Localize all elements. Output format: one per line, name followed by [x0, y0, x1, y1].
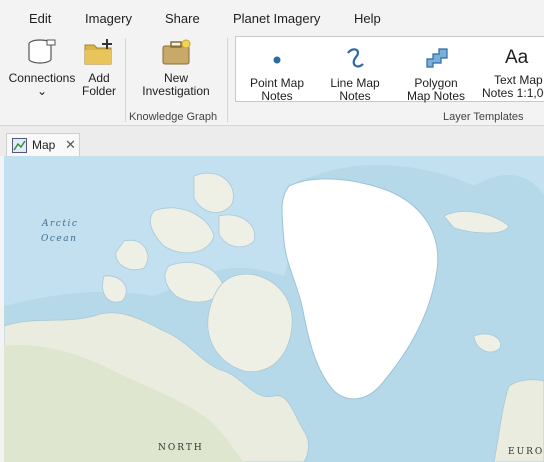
point-map-notes-button[interactable]: Point Map Notes [244, 45, 310, 103]
menu-planet-imagery[interactable]: Planet Imagery [233, 11, 320, 26]
basemap [4, 156, 544, 462]
menu-imagery[interactable]: Imagery [85, 11, 132, 26]
group-label-layer-templates: Layer Templates [443, 111, 524, 123]
menu-edit[interactable]: Edit [29, 11, 51, 26]
point-icon [244, 45, 310, 74]
polygon-map-notes-label-2: Map Notes [406, 89, 466, 103]
map-label-north: NORTH [158, 443, 204, 453]
map-view[interactable]: Arctic Ocean NORTH EURO [4, 156, 544, 462]
menu-share[interactable]: Share [165, 11, 200, 26]
text-map-notes-label-2: Notes 1:1,00 [482, 86, 544, 100]
ribbon: Connections ⌄ Add Folder New Investigati… [0, 34, 544, 126]
new-investigation-label-2: Investigation [142, 84, 210, 98]
text-map-notes-button[interactable]: Aa Text Map Notes 1:1,00 [482, 45, 544, 100]
document-tabstrip: Map ✕ [0, 126, 544, 156]
briefcase-icon [136, 38, 216, 69]
point-map-notes-label-2: Notes [261, 89, 293, 103]
line-icon [324, 45, 386, 74]
menu-bar: Edit Imagery Share Planet Imagery Help [0, 0, 544, 34]
menu-help[interactable]: Help [354, 11, 381, 26]
ribbon-separator [227, 38, 228, 122]
layer-templates-gallery: Point Map Notes Line Map Notes Polygon M… [235, 36, 544, 103]
text-aa-icon: Aa [505, 47, 529, 68]
add-folder-icon [78, 38, 120, 69]
map-label-ocean: Ocean [41, 234, 78, 244]
polygon-icon [402, 45, 470, 74]
polygon-map-notes-button[interactable]: Polygon Map Notes [402, 45, 470, 103]
tab-map-label: Map [32, 138, 56, 152]
map-label-arctic: Arctic [42, 219, 79, 229]
line-map-notes-button[interactable]: Line Map Notes [324, 45, 386, 103]
database-icon [6, 38, 78, 69]
map-label-europe: EURO [508, 447, 544, 457]
line-map-notes-label-2: Notes [339, 89, 371, 103]
ribbon-separator [125, 38, 126, 122]
new-investigation-button[interactable]: New Investigation [136, 38, 216, 98]
chevron-down-icon: ⌄ [36, 84, 48, 98]
add-folder-label-2: Folder [81, 84, 116, 98]
add-folder-button[interactable]: Add Folder [78, 38, 120, 98]
close-icon[interactable]: ✕ [65, 137, 76, 153]
connections-button[interactable]: Connections ⌄ [6, 38, 78, 98]
map-icon [12, 138, 27, 156]
group-label-knowledge-graph: Knowledge Graph [129, 111, 218, 123]
tab-map[interactable]: Map ✕ [6, 133, 80, 156]
